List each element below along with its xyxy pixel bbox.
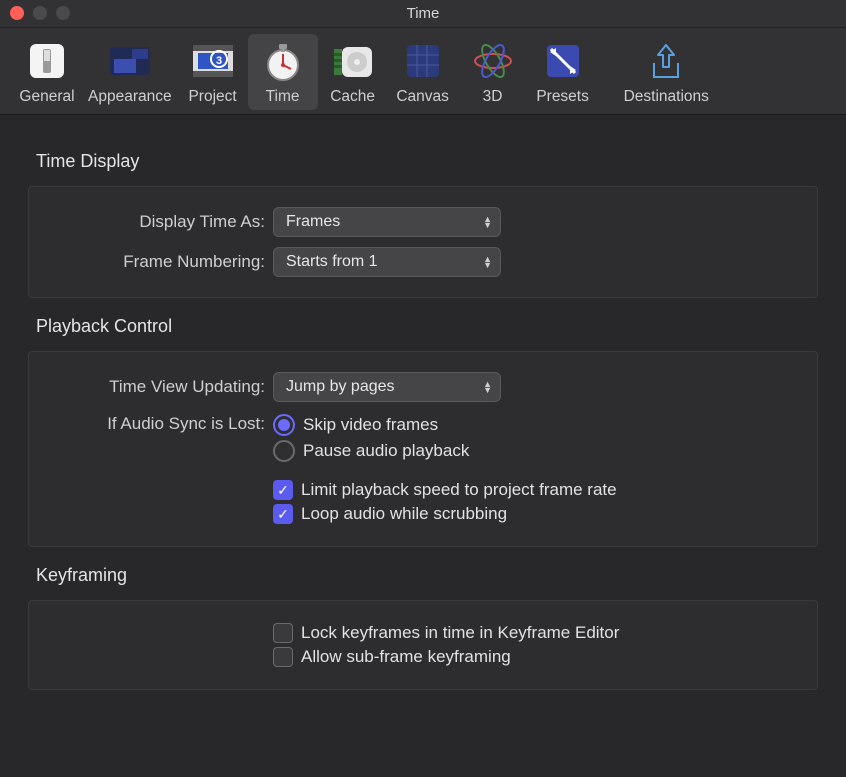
section-title-time-display: Time Display: [36, 151, 818, 172]
radio-skip-video-frames[interactable]: [273, 414, 295, 436]
tab-canvas[interactable]: Canvas: [388, 34, 458, 110]
tab-destinations[interactable]: Destinations: [618, 34, 715, 110]
switch-icon: [21, 36, 73, 86]
zoom-window-button[interactable]: [56, 6, 70, 20]
label-frame-numbering: Frame Numbering:: [45, 252, 273, 272]
tab-appearance[interactable]: Appearance: [82, 34, 178, 110]
tab-label: General: [19, 88, 74, 106]
checkbox-label: Lock keyframes in time in Keyframe Edito…: [301, 623, 619, 643]
group-time-display: Display Time As: Frames ▲▼ Frame Numberi…: [28, 186, 818, 298]
group-keyframing: Lock keyframes in time in Keyframe Edito…: [28, 600, 818, 690]
checkbox-limit-playback-speed[interactable]: ✓: [273, 480, 293, 500]
group-playback: Time View Updating: Jump by pages ▲▼ If …: [28, 351, 818, 547]
cache-icon: [327, 36, 379, 86]
preferences-toolbar: General Appearance 3 Project Time Cache: [0, 28, 846, 115]
project-icon: 3: [187, 36, 239, 86]
tab-label: Project: [188, 88, 236, 106]
presets-icon: [537, 36, 589, 86]
tab-label: Cache: [330, 88, 375, 106]
share-icon: [640, 36, 692, 86]
select-value: Jump by pages: [286, 378, 395, 396]
tab-time[interactable]: Time: [248, 34, 318, 110]
canvas-icon: [397, 36, 449, 86]
appearance-icon: [104, 36, 156, 86]
tab-label: Canvas: [396, 88, 449, 106]
minimize-window-button[interactable]: [33, 6, 47, 20]
radio-label: Skip video frames: [303, 415, 438, 435]
radio-pause-audio-playback[interactable]: [273, 440, 295, 462]
traffic-lights: [10, 6, 70, 20]
checkbox-label: Limit playback speed to project frame ra…: [301, 480, 617, 500]
label-audio-sync: If Audio Sync is Lost:: [45, 410, 273, 434]
tab-label: Presets: [536, 88, 589, 106]
chevron-up-down-icon: ▲▼: [483, 381, 492, 393]
tab-3d[interactable]: 3D: [458, 34, 528, 110]
checkbox-loop-audio-scrubbing[interactable]: ✓: [273, 504, 293, 524]
tab-cache[interactable]: Cache: [318, 34, 388, 110]
stopwatch-icon: [257, 36, 309, 86]
tab-label: 3D: [483, 88, 503, 106]
label-time-view-updating: Time View Updating:: [45, 377, 273, 397]
section-title-playback: Playback Control: [36, 316, 818, 337]
select-frame-numbering[interactable]: Starts from 1 ▲▼: [273, 247, 501, 277]
tab-label: Appearance: [88, 88, 172, 106]
close-window-button[interactable]: [10, 6, 24, 20]
chevron-up-down-icon: ▲▼: [483, 216, 492, 228]
label-display-time-as: Display Time As:: [45, 212, 273, 232]
tab-general[interactable]: General: [12, 34, 82, 110]
preferences-window: Time General Appearance 3 Project Time: [0, 0, 846, 777]
select-time-view-updating[interactable]: Jump by pages ▲▼: [273, 372, 501, 402]
select-display-time-as[interactable]: Frames ▲▼: [273, 207, 501, 237]
select-value: Frames: [286, 213, 340, 231]
pane-content: Time Display Display Time As: Frames ▲▼ …: [0, 115, 846, 708]
checkbox-label: Loop audio while scrubbing: [301, 504, 507, 524]
tab-presets[interactable]: Presets: [528, 34, 598, 110]
section-title-keyframing: Keyframing: [36, 565, 818, 586]
checkbox-lock-keyframes[interactable]: [273, 623, 293, 643]
tab-project[interactable]: 3 Project: [178, 34, 248, 110]
checkbox-label: Allow sub-frame keyframing: [301, 647, 511, 667]
checkbox-allow-subframe[interactable]: [273, 647, 293, 667]
window-title: Time: [0, 5, 846, 22]
titlebar: Time: [0, 0, 846, 28]
svg-text:3: 3: [216, 55, 222, 67]
tab-label: Time: [266, 88, 300, 106]
tab-label: Destinations: [624, 88, 709, 106]
radio-label: Pause audio playback: [303, 441, 469, 461]
chevron-up-down-icon: ▲▼: [483, 256, 492, 268]
3d-icon: [467, 36, 519, 86]
select-value: Starts from 1: [286, 253, 378, 271]
